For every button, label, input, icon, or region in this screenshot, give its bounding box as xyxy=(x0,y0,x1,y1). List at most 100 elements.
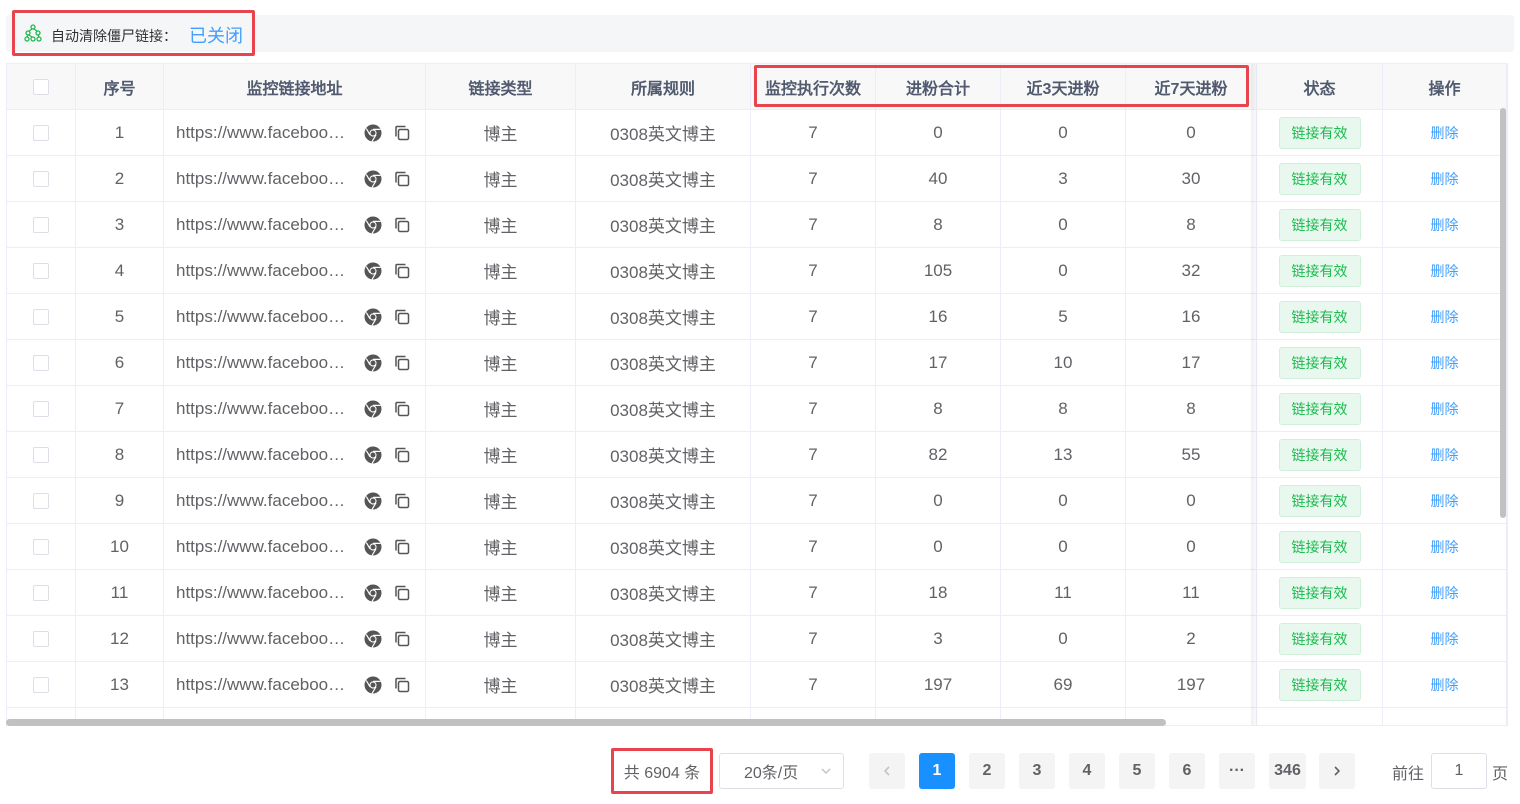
copy-icon[interactable] xyxy=(393,584,411,602)
row-checkbox[interactable] xyxy=(33,262,49,279)
col-runs-cell: 7 xyxy=(751,248,876,293)
copy-icon[interactable] xyxy=(393,216,411,234)
chrome-icon[interactable] xyxy=(364,676,382,694)
col-3day-value: 0 xyxy=(1058,490,1068,510)
delete-button[interactable]: 删除 xyxy=(1431,399,1459,419)
copy-icon[interactable] xyxy=(393,170,411,188)
more-pages-button[interactable]: ··· xyxy=(1219,753,1255,789)
col-url-cell: https://www.facebook.com/ xyxy=(164,616,426,661)
row-checkbox[interactable] xyxy=(33,308,49,325)
chrome-icon[interactable] xyxy=(364,308,382,326)
chrome-icon[interactable] xyxy=(364,492,382,510)
col-index-cell: 1 xyxy=(76,110,164,155)
chrome-icon[interactable] xyxy=(364,354,382,372)
next-page-button[interactable] xyxy=(1319,753,1355,789)
delete-button[interactable]: 删除 xyxy=(1431,675,1459,695)
delete-button[interactable]: 删除 xyxy=(1431,261,1459,281)
chrome-icon[interactable] xyxy=(364,584,382,602)
col-7day-cell: 2 xyxy=(1126,616,1257,661)
col-total-value: 8 xyxy=(933,214,943,234)
col-total-value: 16 xyxy=(928,306,948,326)
row-checkbox[interactable] xyxy=(33,676,49,693)
delete-button[interactable]: 删除 xyxy=(1431,353,1459,373)
row-checkbox[interactable] xyxy=(33,492,49,509)
col-rule-cell: 0308英文博主 xyxy=(576,662,751,707)
goto-page-input[interactable] xyxy=(1431,753,1487,789)
delete-button[interactable]: 删除 xyxy=(1431,123,1459,143)
table-row: 5 https://www.facebook.com/博主 0308英文博主 7 16 5… xyxy=(7,294,1507,340)
row-checkbox[interactable] xyxy=(33,124,49,141)
prev-page-button[interactable] xyxy=(869,753,905,789)
chrome-icon[interactable] xyxy=(364,446,382,464)
horizontal-scrollbar[interactable] xyxy=(6,719,1166,726)
copy-icon[interactable] xyxy=(393,446,411,464)
col-rule-cell: 0308英文博主 xyxy=(576,202,751,247)
delete-button[interactable]: 删除 xyxy=(1431,583,1459,603)
copy-icon[interactable] xyxy=(393,538,411,556)
col-total-value: 105 xyxy=(923,260,953,280)
col-runs-value: 7 xyxy=(808,490,818,510)
col-index-value: 3 xyxy=(114,214,125,234)
delete-button[interactable]: 删除 xyxy=(1431,169,1459,189)
row-checkbox[interactable] xyxy=(33,446,49,463)
col-type-value: 博主 xyxy=(483,585,518,604)
vertical-scrollbar[interactable] xyxy=(1500,108,1506,518)
page-button[interactable]: 346 xyxy=(1269,753,1306,789)
page-button[interactable]: 2 xyxy=(969,753,1005,789)
delete-button[interactable]: 删除 xyxy=(1431,629,1459,649)
status-badge: 链接有效 xyxy=(1278,484,1361,517)
copy-icon[interactable] xyxy=(393,630,411,648)
copy-icon[interactable] xyxy=(393,354,411,372)
copy-icon[interactable] xyxy=(393,676,411,694)
monitor-url: https://www.facebook.com/ xyxy=(176,398,352,418)
chrome-icon[interactable] xyxy=(364,216,382,234)
page-button[interactable]: 5 xyxy=(1119,753,1155,789)
chrome-icon[interactable] xyxy=(364,170,382,188)
col-runs-value: 7 xyxy=(808,398,818,418)
chrome-icon[interactable] xyxy=(364,124,382,142)
col-rule-value: 0308英文博主 xyxy=(610,493,716,512)
row-checkbox[interactable] xyxy=(33,584,49,601)
chrome-icon[interactable] xyxy=(364,262,382,280)
copy-icon[interactable] xyxy=(393,124,411,142)
copy-icon[interactable] xyxy=(393,400,411,418)
col-action-cell: 删除 xyxy=(1383,662,1507,707)
col-runs-value: 7 xyxy=(808,352,818,372)
col-total-value: 0 xyxy=(933,490,943,510)
row-checkbox[interactable] xyxy=(33,170,49,187)
copy-icon[interactable] xyxy=(393,492,411,510)
monitor-url: https://www.facebook.com/ xyxy=(176,168,352,188)
page-button[interactable]: 3 xyxy=(1019,753,1055,789)
row-checkbox[interactable] xyxy=(33,630,49,647)
page-button[interactable]: 6 xyxy=(1169,753,1205,789)
copy-icon[interactable] xyxy=(393,308,411,326)
row-checkbox[interactable] xyxy=(33,400,49,417)
chrome-icon[interactable] xyxy=(364,538,382,556)
page-button[interactable]: 4 xyxy=(1069,753,1105,789)
select-all-header[interactable] xyxy=(7,64,76,109)
page-button[interactable]: 1 xyxy=(919,753,955,789)
monitor-url: https://www.facebook.com/ xyxy=(176,444,352,464)
col-action-cell: 删除 xyxy=(1383,432,1507,477)
col-index-value: 10 xyxy=(110,536,129,556)
row-checkbox[interactable] xyxy=(33,216,49,233)
row-checkbox[interactable] xyxy=(33,354,49,371)
row-checkbox[interactable] xyxy=(33,538,49,555)
status-badge: 链接有效 xyxy=(1278,668,1361,701)
col-3day-value: 0 xyxy=(1058,628,1068,648)
select-all-checkbox[interactable] xyxy=(33,78,49,95)
delete-button[interactable]: 删除 xyxy=(1431,537,1459,557)
col-3day-cell: 11 xyxy=(1001,570,1126,615)
col-index-value: 12 xyxy=(110,628,129,648)
col-action-cell: 删除 xyxy=(1383,478,1507,523)
delete-button[interactable]: 删除 xyxy=(1431,491,1459,511)
chrome-icon[interactable] xyxy=(364,400,382,418)
col-7day-value: 11 xyxy=(1182,582,1200,602)
copy-icon[interactable] xyxy=(393,262,411,280)
chrome-icon[interactable] xyxy=(364,630,382,648)
delete-button[interactable]: 删除 xyxy=(1431,445,1459,465)
monitor-url: https://www.facebook.com/ xyxy=(176,260,352,280)
page-size-select[interactable]: 20条/页 xyxy=(719,753,844,789)
delete-button[interactable]: 删除 xyxy=(1431,215,1459,235)
delete-button[interactable]: 删除 xyxy=(1431,307,1459,327)
